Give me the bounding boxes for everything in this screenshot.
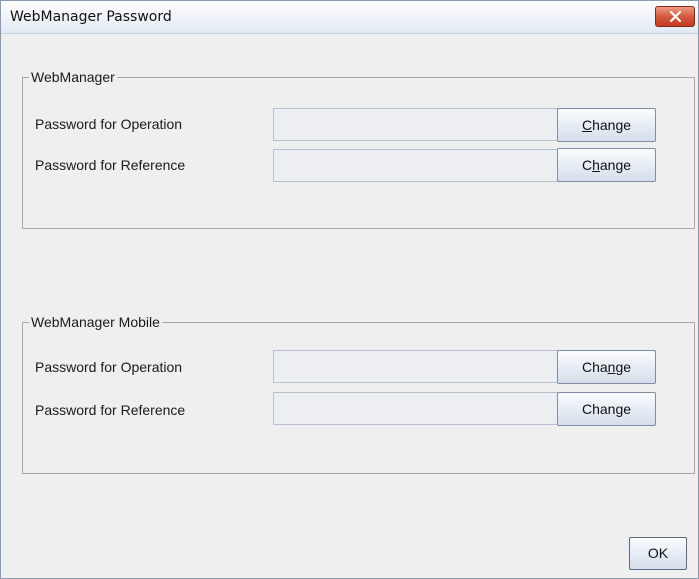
webmanager-reference-change-button[interactable]: Change: [557, 148, 656, 182]
mobile-reference-password-field[interactable]: [273, 392, 558, 425]
mobile-operation-label: Password for Operation: [35, 359, 183, 375]
ok-button[interactable]: OK: [629, 537, 687, 570]
close-button[interactable]: [655, 6, 695, 27]
webmanager-operation-change-button[interactable]: Change: [557, 108, 656, 142]
title-bar: WebManager Password: [1, 1, 698, 34]
password-dialog: WebManager Password WebManager Password …: [0, 0, 699, 579]
close-icon: [669, 11, 682, 22]
webmanager-group-title: WebManager: [31, 69, 115, 85]
webmanager-operation-label: Password for Operation: [35, 116, 183, 132]
mobile-reference-change-button[interactable]: Change: [557, 392, 656, 426]
window-title: WebManager Password: [10, 9, 172, 25]
mobile-reference-label: Password for Reference: [35, 402, 186, 418]
webmanager-reference-label: Password for Reference: [35, 157, 186, 173]
mobile-operation-change-button[interactable]: Change: [557, 350, 656, 384]
mobile-operation-password-field[interactable]: [273, 350, 558, 383]
webmanager-mobile-group-title: WebManager Mobile: [31, 314, 160, 330]
webmanager-operation-password-field[interactable]: [273, 108, 558, 141]
webmanager-reference-password-field[interactable]: [273, 149, 558, 182]
